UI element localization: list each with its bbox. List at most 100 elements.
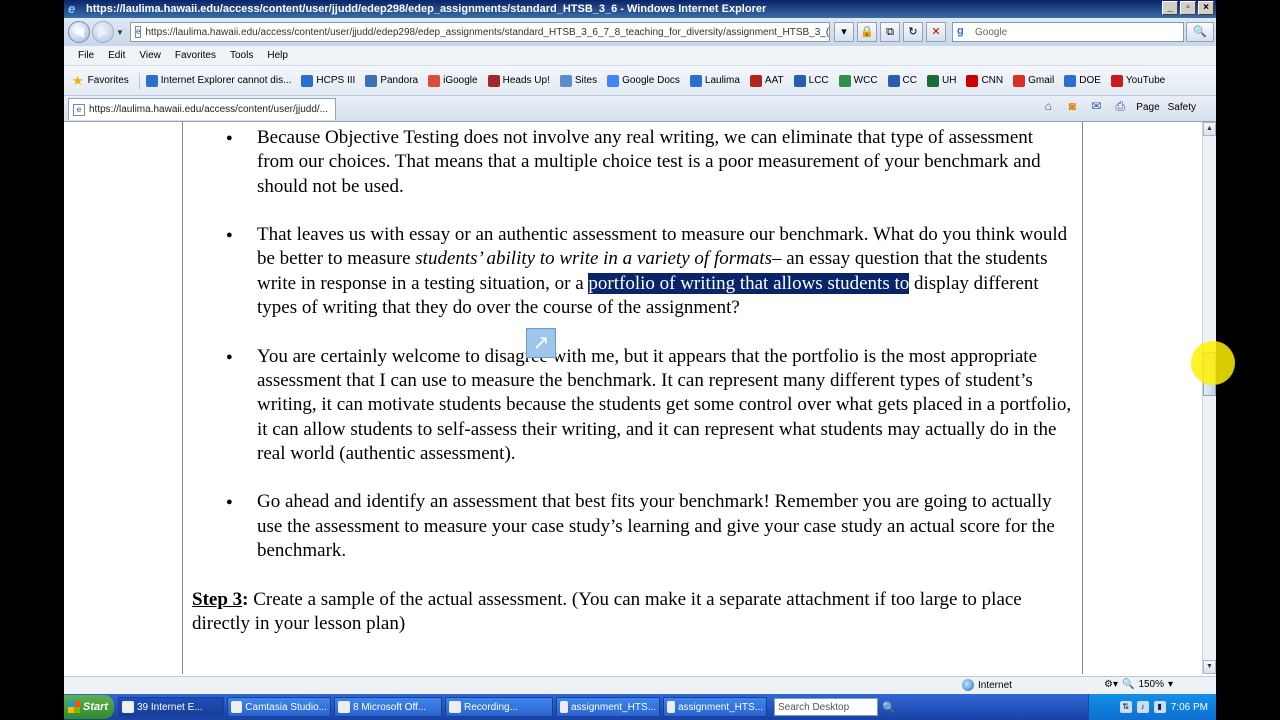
start-button[interactable]: Start [64,695,114,719]
home-icon[interactable]: ⌂ [1040,99,1056,115]
favorite-item[interactable]: WCC [838,74,878,87]
favorite-item[interactable]: LCC [793,74,829,87]
favorite-item[interactable]: AAT [749,74,784,87]
document-body: Because Objective Testing does not invol… [192,126,1072,636]
address-input[interactable]: e https://laulima.hawaii.edu/access/cont… [130,22,830,42]
print-icon[interactable]: ⎙ [1112,99,1128,115]
favorite-item[interactable]: Sites [559,74,598,87]
vertical-scrollbar[interactable]: ▲ ▼ [1202,122,1216,674]
recent-pages-dropdown[interactable]: ▼ [116,28,126,37]
favorites-button[interactable]: ★ Favorites [72,72,140,89]
menu-help[interactable]: Help [267,50,288,61]
back-button[interactable]: ◀ [68,21,90,43]
compatibility-view-icon[interactable]: ⧉ [880,22,900,42]
favorite-label: Gmail [1028,75,1055,86]
step-text: Create a sample of the actual assessment… [192,588,1022,634]
favorite-item[interactable]: CC [887,74,917,87]
cursor-highlight [1191,341,1235,385]
desktop-search-placeholder: Search Desktop [778,701,850,713]
favorite-label: HCPS III [316,75,356,86]
menu-tools[interactable]: Tools [230,50,253,61]
address-tools: ▾ 🔒 ⧉ ↻ ✕ [834,22,946,42]
taskbar-button[interactable]: 8 Microsoft Off... [334,697,442,717]
stop-icon[interactable]: ✕ [926,22,946,42]
search-button[interactable]: 🔍 [1186,22,1214,42]
list-item: You are certainly welcome to disagree wi… [192,345,1072,466]
taskbar-button[interactable]: assignment_HTS... [556,697,660,717]
page-menu[interactable]: Page [1136,102,1159,113]
maximize-button[interactable]: ▫ [1180,1,1196,15]
selected-text[interactable]: portfolio of writing that allows student… [588,272,910,294]
taskbar-button[interactable]: Camtasia Studio... [227,697,331,717]
taskbar-button-label: 39 Internet E... [137,701,203,713]
favorite-label: LCC [808,75,829,86]
favorites-label: Favorites [87,75,129,86]
favorites-bar: ★ Favorites Internet Explorer cannot dis… [64,66,1216,96]
favorite-item[interactable]: Pandora [365,74,418,87]
accelerator-icon[interactable]: ↗ [526,328,556,358]
window-title: https://laulima.hawaii.edu/access/conten… [86,3,767,15]
globe-icon [962,679,974,691]
close-button[interactable]: × [1198,1,1214,15]
app-icon [560,701,568,713]
feeds-icon[interactable]: ◙ [1064,99,1080,115]
taskbar-button[interactable]: 39 Internet E... [118,697,224,717]
favorite-item[interactable]: Gmail [1013,74,1055,87]
ie-page-icon [689,74,702,87]
favorite-item[interactable]: iGoogle [428,74,478,87]
menu-file[interactable]: File [78,50,94,61]
taskbar-button-label: Camtasia Studio... [245,701,327,713]
read-mail-icon[interactable]: ✉ [1088,99,1104,115]
taskbar-button[interactable]: assignment_HTS... [663,697,767,717]
tab-page-icon: e [73,103,85,116]
start-label: Start [83,701,109,713]
network-icon[interactable]: ⇅ [1119,701,1132,713]
lock-icon[interactable]: 🔒 [857,22,877,42]
favorite-item[interactable]: DOE [1064,74,1101,87]
title-bar: e https://laulima.hawaii.edu/access/cont… [64,0,1216,18]
lcc-icon [793,74,806,87]
menu-favorites[interactable]: Favorites [175,50,216,61]
address-dropdown-button[interactable]: ▾ [834,22,854,42]
favorite-label: CC [902,75,917,86]
refresh-icon[interactable]: ↻ [903,22,923,42]
tab-current[interactable]: e https://laulima.hawaii.edu/access/cont… [68,98,336,120]
favorite-item[interactable]: Laulima [689,74,740,87]
favorite-item[interactable]: HCPS III [301,74,356,87]
document-border-left [182,122,183,674]
headsup-icon [487,74,500,87]
address-url: https://laulima.hawaii.edu/access/conten… [145,26,830,38]
tab-row: e https://laulima.hawaii.edu/access/cont… [64,96,1216,122]
zoom-control[interactable]: ⚙▾ 🔍 150% ▾ [1104,679,1173,690]
system-tray: ⇅ ♪ ▮ 7:06 PM [1088,694,1216,720]
menu-view[interactable]: View [139,50,161,61]
app-icon [449,701,461,713]
signal-icon[interactable]: ▮ [1153,701,1166,713]
youtube-icon [1110,74,1123,87]
search-input[interactable]: g Google [952,22,1184,42]
scroll-down-arrow-icon[interactable]: ▼ [1203,660,1216,674]
minimize-button[interactable]: _ [1162,1,1178,15]
security-zone[interactable]: Internet [962,679,1012,691]
scroll-up-arrow-icon[interactable]: ▲ [1203,122,1216,136]
favorite-item[interactable]: Heads Up! [487,74,550,87]
taskbar-button[interactable]: Recording... [445,697,553,717]
favorite-item[interactable]: Internet Explorer cannot dis... [145,74,291,87]
clock[interactable]: 7:06 PM [1171,702,1208,713]
favorite-item[interactable]: UH [927,74,956,87]
favorite-label: Sites [574,75,598,86]
menu-edit[interactable]: Edit [108,50,125,61]
zone-label: Internet [978,679,1012,691]
bullet-text-2-italic: students’ ability to write in a variety … [415,248,773,270]
favorite-label: DOE [1079,75,1101,86]
desktop-search-input[interactable]: Search Desktop [774,698,878,716]
favorite-item[interactable]: CNN [966,74,1003,87]
favorite-item[interactable]: Google Docs [607,74,680,87]
favorite-label: Laulima [704,75,740,86]
safety-menu[interactable]: Safety [1168,102,1196,113]
favorite-item[interactable]: YouTube [1110,74,1165,87]
search-icon[interactable]: 🔍 [882,701,896,714]
volume-icon[interactable]: ♪ [1136,701,1149,713]
aat-icon [749,74,762,87]
forward-button[interactable]: ▶ [92,21,114,43]
